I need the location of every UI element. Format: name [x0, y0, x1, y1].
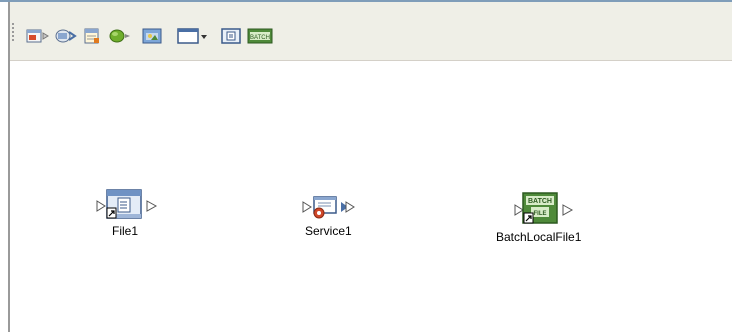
service-adapter-button[interactable] — [52, 26, 78, 46]
calendar-button[interactable] — [80, 26, 104, 46]
image-icon — [142, 28, 162, 44]
output-port-icon[interactable] — [562, 204, 574, 216]
image-button[interactable] — [138, 26, 166, 46]
calendar-icon — [84, 28, 99, 44]
batch-button[interactable]: BATCH — [246, 26, 274, 46]
batch-icon-label: BATCH — [250, 35, 270, 41]
connection-button[interactable] — [106, 26, 134, 46]
node-file1[interactable]: File1 — [96, 188, 166, 244]
node-label: File1 — [112, 224, 139, 238]
batch-file-icon: BATCH FILE — [522, 192, 558, 224]
node-label: Service1 — [305, 224, 352, 238]
document-button[interactable] — [218, 26, 244, 46]
document-icon — [221, 28, 241, 44]
service-adapter-icon — [55, 29, 77, 43]
toolbar-grip[interactable] — [10, 23, 16, 43]
node-service1[interactable]: Service1 — [302, 194, 372, 244]
batch-badge-bottom: FILE — [534, 211, 547, 217]
connection-icon — [109, 29, 130, 43]
node-label: BatchLocalFile1 — [496, 230, 582, 244]
output-port-icon[interactable] — [340, 200, 356, 214]
file-icon — [106, 189, 142, 219]
window-dropdown-button[interactable] — [176, 26, 210, 46]
toolbar: BATCH — [10, 2, 732, 61]
batch-badge-top: BATCH — [528, 198, 552, 205]
canvas[interactable]: File1 Service1 BATCH FILE BatchLocalFile… — [10, 61, 732, 332]
file-adapter-icon — [26, 29, 49, 43]
batch-icon: BATCH — [247, 28, 273, 44]
file-adapter-button[interactable] — [24, 26, 50, 46]
output-port-icon[interactable] — [146, 200, 158, 212]
window-dropdown-icon — [177, 28, 207, 44]
node-batchlocalfile1[interactable]: BATCH FILE BatchLocalFile1 — [488, 188, 598, 248]
service-icon — [313, 196, 337, 219]
